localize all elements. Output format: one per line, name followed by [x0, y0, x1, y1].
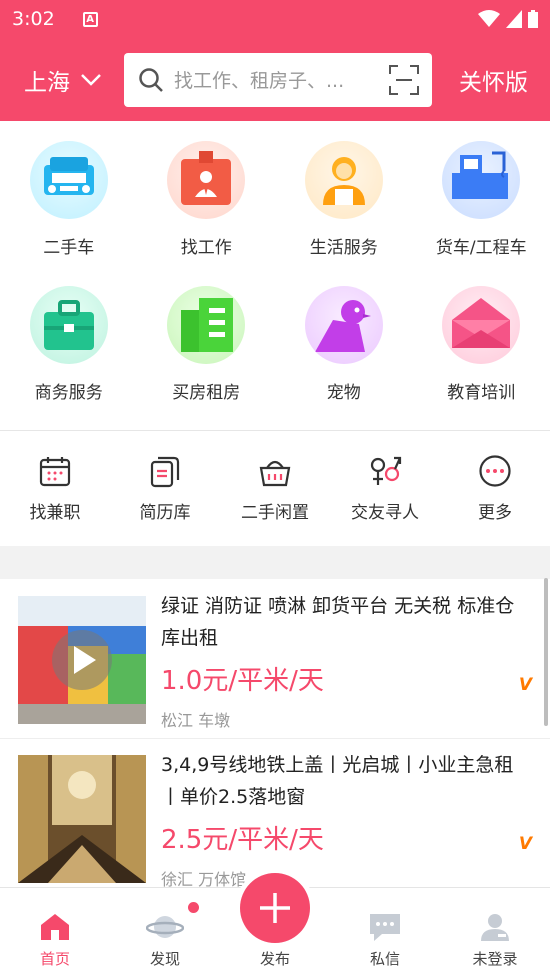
nav-label: 私信 [369, 950, 400, 968]
category-label: 商务服务 [34, 383, 103, 403]
quick-link-label: 二手闲置 [241, 503, 309, 523]
verified-badge-icon: V [518, 675, 532, 695]
listing-title: 绿证 消防证 喷淋 卸货平台 无关税 标准仓库出租 [161, 595, 515, 649]
verified-badge-icon: V [518, 834, 532, 854]
quick-link-friends[interactable]: 交友寻人 [330, 431, 440, 546]
chevron-down-icon [81, 73, 101, 86]
more-dots-icon [479, 455, 511, 487]
user-icon [481, 914, 509, 941]
quick-link-label: 找兼职 [29, 503, 81, 523]
home-icon [41, 914, 69, 940]
category-business-services[interactable]: 商务服务 [0, 286, 138, 431]
category-find-job[interactable]: 找工作 [138, 141, 276, 286]
nav-profile[interactable]: 未登录 [440, 888, 550, 979]
nav-home[interactable]: 首页 [0, 888, 110, 979]
category-education[interactable]: 教育培训 [413, 286, 550, 431]
calendar-icon [39, 457, 71, 487]
listing-body: 绿证 消防证 喷淋 卸货平台 无关税 标准仓库出租 1.0元/平米/天 松江 车… [161, 580, 532, 738]
listing-item[interactable]: 绿证 消防证 喷淋 卸货平台 无关税 标准仓库出租 1.0元/平米/天 松江 车… [0, 580, 550, 738]
nav-label: 发现 [149, 950, 180, 968]
category-label: 货车/工程车 [435, 238, 527, 258]
category-trucks[interactable]: 货车/工程车 [413, 141, 550, 286]
publish-button[interactable] [240, 873, 310, 943]
quick-link-label: 交友寻人 [351, 503, 419, 523]
quick-link-part-time[interactable]: 找兼职 [0, 431, 110, 546]
care-mode-button[interactable]: 关怀版 [459, 63, 528, 97]
listing-image [18, 755, 146, 883]
quick-link-label: 更多 [478, 503, 512, 523]
education-envelope-icon [442, 286, 521, 364]
search-placeholder: 找工作、租房子、... [174, 70, 345, 92]
category-used-car[interactable]: 二手车 [0, 141, 138, 286]
city-selector[interactable]: 上海 [24, 63, 102, 97]
category-label: 买房租房 [172, 383, 241, 403]
quick-links: 找兼职 简历库 二手闲置 交友寻人 更多 [0, 431, 550, 546]
wifi-icon [478, 10, 500, 27]
chat-icon [370, 914, 400, 941]
nav-messages[interactable]: 私信 [330, 888, 440, 979]
category-housing[interactable]: 买房租房 [138, 286, 276, 431]
briefcase-person-icon [167, 141, 246, 219]
nav-label: 未登录 [472, 950, 518, 968]
search-icon [139, 67, 163, 92]
listing-image [18, 596, 146, 724]
quick-link-more[interactable]: 更多 [440, 431, 550, 546]
notification-dot [188, 902, 199, 913]
city-name: 上海 [24, 69, 70, 96]
planet-icon [146, 916, 184, 938]
gender-icon [370, 456, 402, 485]
service-person-icon [304, 141, 383, 219]
basket-icon [259, 460, 291, 487]
listing-price: 1.0元/平米/天 [161, 666, 324, 696]
pet-icon [304, 286, 383, 364]
listing-price: 2.5元/平米/天 [161, 825, 324, 855]
scrollbar[interactable] [544, 578, 548, 726]
search-input[interactable]: 找工作、租房子、... [124, 52, 432, 107]
notification-a-icon: A [82, 11, 98, 27]
category-grid: 二手车 找工作 生活服务 货车/工程车 商务服务 买房租房 宠物 教育培训 [0, 121, 550, 431]
nav-label: 首页 [39, 950, 70, 968]
building-icon [167, 286, 246, 364]
status-time: 3:02 [12, 8, 55, 30]
quick-link-resume[interactable]: 简历库 [110, 431, 220, 546]
listing-location: 松江 车墩 [161, 711, 231, 730]
business-bag-icon [29, 286, 108, 364]
battery-icon [528, 10, 538, 28]
category-pets[interactable]: 宠物 [275, 286, 413, 431]
listing-body: 3,4,9号线地铁上盖丨光启城丨小业主急租丨单价2.5落地窗 2.5元/平米/天… [161, 739, 532, 897]
nav-label: 发布 [259, 950, 290, 968]
category-label: 教育培训 [447, 383, 516, 403]
resume-icon [150, 456, 180, 488]
quick-link-label: 简历库 [139, 503, 191, 523]
quick-link-second-hand[interactable]: 二手闲置 [220, 431, 330, 546]
listing-title: 3,4,9号线地铁上盖丨光启城丨小业主急租丨单价2.5落地窗 [161, 754, 514, 808]
scan-icon[interactable] [388, 64, 420, 96]
category-life-services[interactable]: 生活服务 [275, 141, 413, 286]
truck-icon [442, 141, 521, 219]
section-gap [0, 546, 550, 579]
signal-icon [506, 10, 522, 28]
category-label: 生活服务 [309, 238, 378, 258]
category-label: 找工作 [180, 238, 232, 258]
header: 上海 找工作、租房子、... 关怀版 [0, 38, 550, 121]
status-bar: 3:02 A [0, 0, 550, 38]
plus-icon [260, 893, 290, 923]
status-icons [478, 10, 538, 28]
nav-discover[interactable]: 发现 [110, 888, 220, 979]
category-label: 二手车 [43, 238, 95, 258]
category-label: 宠物 [326, 383, 361, 403]
car-icon [29, 141, 108, 219]
